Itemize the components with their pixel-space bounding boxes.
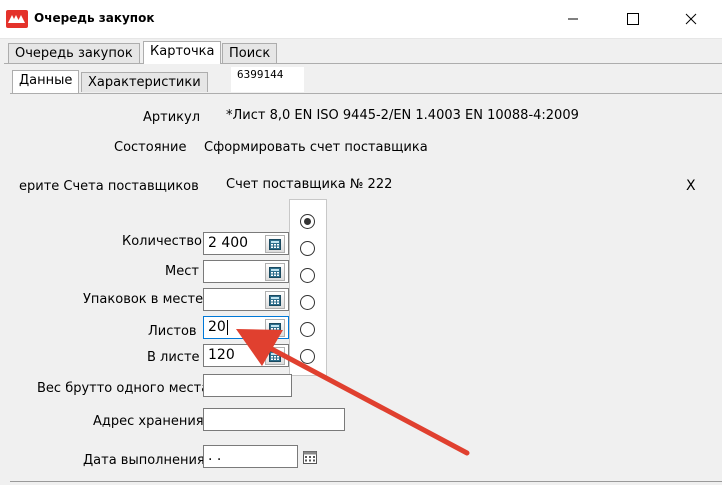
annotation-arrow xyxy=(236,329,470,456)
